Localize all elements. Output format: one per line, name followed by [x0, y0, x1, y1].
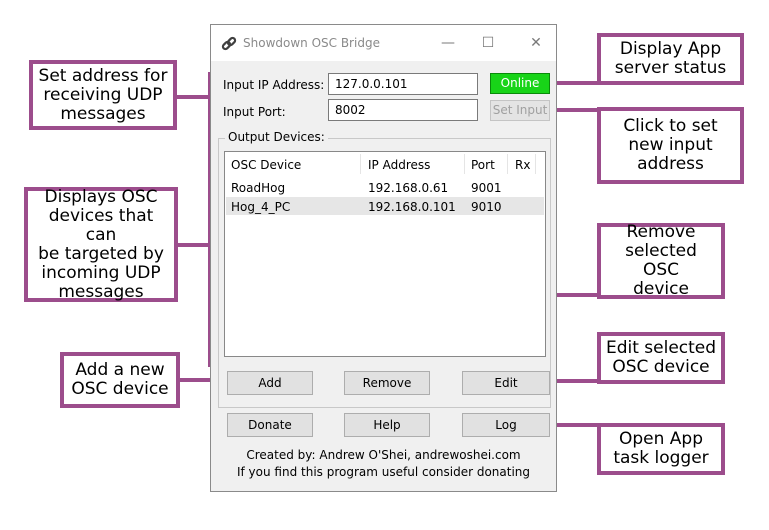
callout-displays-devices: Displays OSC devices that can be targete… — [24, 187, 178, 302]
column-header-port[interactable]: Port — [471, 158, 495, 172]
remove-button[interactable]: Remove — [344, 371, 430, 395]
window-title: Showdown OSC Bridge — [243, 36, 380, 50]
device-port: 9001 — [471, 181, 502, 195]
callout-add-device: Add a new OSC device — [60, 352, 180, 408]
edit-button[interactable]: Edit — [462, 371, 550, 395]
server-status-badge: Online — [490, 73, 550, 94]
log-button[interactable]: Log — [462, 413, 550, 437]
device-port: 9010 — [471, 200, 502, 214]
column-separator — [464, 154, 465, 174]
callout-set-input: Click to set new input address — [597, 107, 744, 184]
app-window: Showdown OSC Bridge — ☐ ✕ Input IP Addre… — [210, 24, 557, 492]
add-button[interactable]: Add — [227, 371, 313, 395]
device-ip: 192.168.0.61 — [368, 181, 449, 195]
port-label: Input Port: — [223, 105, 286, 119]
close-button[interactable]: ✕ — [521, 32, 551, 54]
set-input-button[interactable]: Set Input — [490, 100, 550, 121]
column-header-rx[interactable]: Rx — [515, 158, 530, 172]
minimize-button[interactable]: — — [433, 32, 463, 54]
callout-set-address: Set address for receiving UDP messages — [29, 60, 177, 130]
column-separator — [360, 154, 361, 174]
device-ip: 192.168.0.101 — [368, 200, 456, 214]
footer-credit: Created by: Andrew O'Shei, andrewoshei.c… — [246, 448, 521, 462]
callout-remove-device: Remove selected OSC device — [597, 223, 725, 299]
link-chain-icon — [221, 36, 237, 51]
maximize-button[interactable]: ☐ — [473, 32, 503, 54]
osc-device-list[interactable]: OSC Device IP Address Port Rx RoadHog 19… — [224, 151, 546, 357]
footer-donate-note: If you find this program useful consider… — [236, 465, 531, 479]
title-bar: Showdown OSC Bridge — ☐ ✕ — [211, 25, 556, 61]
column-separator — [507, 154, 508, 174]
donate-button[interactable]: Donate — [227, 413, 313, 437]
port-input[interactable]: 8002 — [328, 99, 478, 121]
ip-address-label: Input IP Address: — [223, 78, 325, 92]
callout-open-log: Open App task logger — [597, 423, 725, 475]
device-name: Hog_4_PC — [231, 200, 291, 214]
output-devices-label: Output Devices: — [225, 130, 328, 144]
callout-edit-device: Edit selected OSC device — [597, 332, 725, 384]
column-header-ip-address[interactable]: IP Address — [368, 158, 430, 172]
device-name: RoadHog — [231, 181, 286, 195]
help-button[interactable]: Help — [344, 413, 430, 437]
ip-address-input[interactable]: 127.0.0.101 — [328, 73, 478, 95]
callout-server-status: Display App server status — [597, 33, 744, 85]
column-header-osc-device[interactable]: OSC Device — [231, 158, 301, 172]
column-separator — [535, 154, 536, 174]
